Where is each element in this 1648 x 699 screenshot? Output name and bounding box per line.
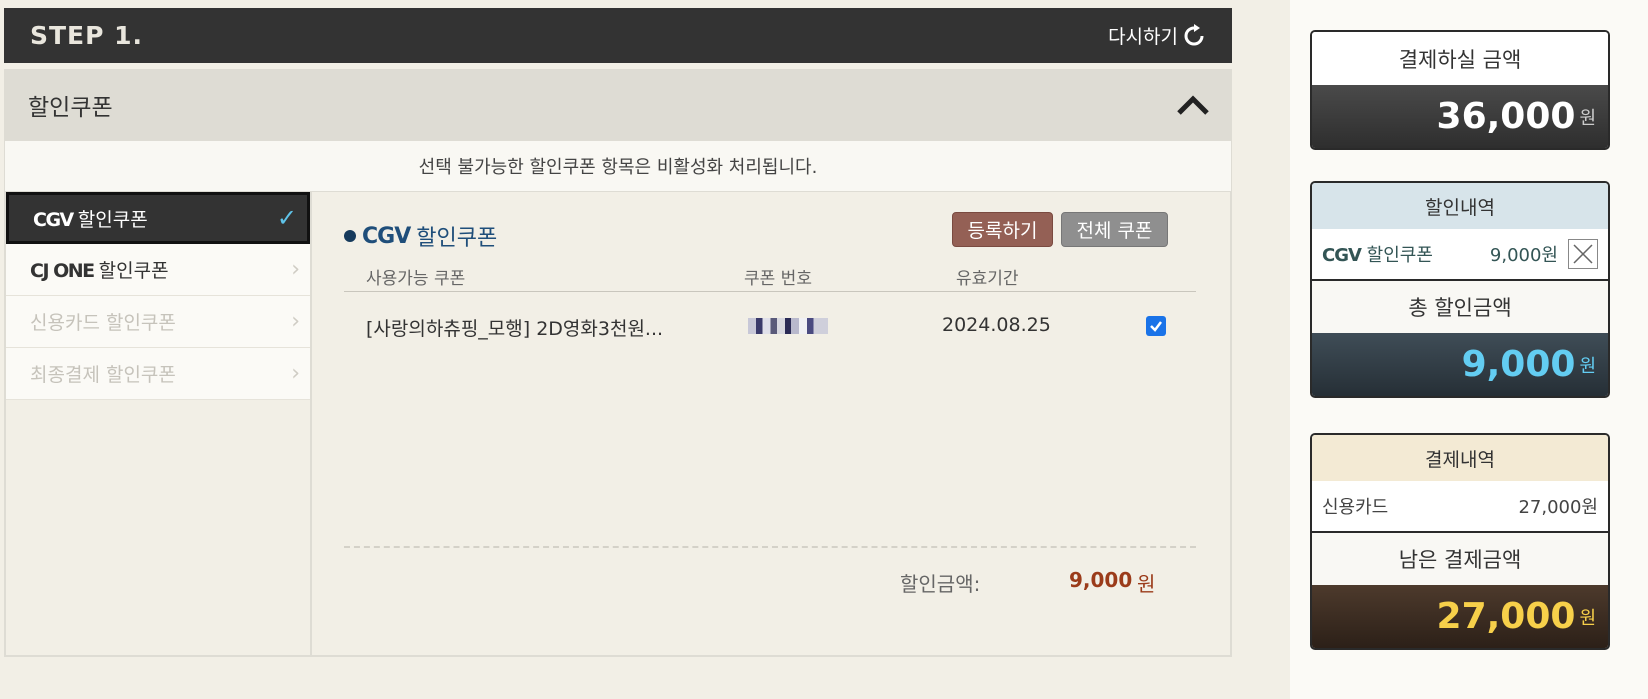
step-header: STEP 1. 다시하기 [4, 8, 1232, 63]
currency-unit: 원 [1579, 355, 1596, 377]
coupon-checkbox[interactable] [1146, 316, 1166, 336]
col-number: 쿠폰 번호 [744, 269, 812, 289]
coupon-content: CGV 할인쿠폰 등록하기 전체 쿠폰 사용가능 쿠폰 쿠폰 번호 유효기간 [… [312, 192, 1230, 655]
main-panel: STEP 1. 다시하기 할인쿠폰 선택 불가능한 할인쿠폰 항목은 비활성화 … [4, 8, 1232, 658]
payment-due-card: 결제하실 금액 36,000 원 [1310, 30, 1610, 150]
remaining-label: 남은 결제금액 [1312, 533, 1608, 585]
coupon-tabs: CGV 할인쿠폰 ✓ CJ ONE 할인쿠폰 › 신용카드 할인쿠폰 › 최종결제 … [6, 192, 312, 655]
total-discount-amount: 9,000 [1461, 344, 1576, 385]
notice-text: 선택 불가능한 할인쿠폰 항목은 비활성화 처리됩니다. [4, 141, 1232, 191]
total-discount-label: 총 할인금액 [1312, 281, 1608, 333]
discount-item-brand: CGV [1322, 245, 1362, 266]
tab-label: 할인쿠폰 [98, 260, 169, 282]
payment-item: 신용카드 27,000원 [1312, 481, 1608, 533]
discount-item-label: 할인쿠폰 [1366, 245, 1433, 266]
discount-summary: 할인금액: 9,000 원 [344, 562, 1196, 602]
coupon-name: [사랑의하츄핑_모행] 2D영화3천원... [366, 318, 664, 340]
chevron-up-icon[interactable] [1176, 94, 1210, 116]
all-coupons-button[interactable]: 전체 쿠폰 [1061, 212, 1168, 247]
chevron-right-icon: › [291, 309, 300, 334]
payment-detail-label: 결제내역 [1312, 435, 1608, 481]
discount-detail-label: 할인내역 [1312, 183, 1608, 229]
remaining-box: 27,000 원 [1312, 585, 1608, 648]
chevron-right-icon: › [291, 257, 300, 282]
coupon-section-header[interactable]: 할인쿠폰 [4, 69, 1232, 141]
table-row[interactable]: [사랑의하츄핑_모행] 2D영화3천원... 2024.08.25 [344, 296, 1196, 356]
tab-label: 최종결제 할인쿠폰 [30, 364, 176, 386]
refresh-icon [1182, 23, 1206, 48]
tab-credit-card-coupon: 신용카드 할인쿠폰 › [6, 296, 310, 348]
remaining-amount: 27,000 [1436, 596, 1576, 637]
tab-final-payment-coupon: 최종결제 할인쿠폰 › [6, 348, 310, 400]
title-text: 할인쿠폰 [416, 226, 498, 251]
discount-item: CGV 할인쿠폰 9,000원 [1312, 229, 1608, 281]
payment-item-label: 신용카드 [1322, 497, 1389, 518]
payment-detail-card: 결제내역 신용카드 27,000원 남은 결제금액 27,000 원 [1310, 433, 1610, 650]
checkmark-icon: ✓ [276, 204, 297, 232]
reset-label: 다시하기 [1108, 26, 1178, 48]
step-title: STEP 1. [30, 21, 144, 50]
reset-button[interactable]: 다시하기 [1108, 22, 1206, 49]
bullet-icon [344, 230, 356, 242]
currency-unit: 원 [1579, 607, 1596, 629]
tab-label: 할인쿠폰 [77, 208, 148, 231]
payment-due-amount: 36,000 [1436, 96, 1576, 137]
close-box-icon[interactable] [1568, 239, 1598, 269]
tab-cjone-coupon[interactable]: CJ ONE 할인쿠폰 › [6, 244, 310, 296]
coupon-number-redacted [748, 318, 828, 334]
discount-value: 9,000 [1069, 568, 1133, 592]
currency-unit: 원 [1579, 107, 1596, 129]
chevron-right-icon: › [291, 361, 300, 386]
tab-label: 신용카드 할인쿠폰 [30, 312, 176, 334]
payment-due-label: 결제하실 금액 [1312, 32, 1608, 85]
tab-cgv-coupon[interactable]: CGV 할인쿠폰 ✓ [6, 192, 310, 244]
payment-due-amount-box: 36,000 원 [1312, 85, 1608, 148]
title-brand: CGV [362, 223, 411, 249]
discount-unit: 원 [1137, 572, 1156, 596]
discount-item-amount: 9,000원 [1489, 245, 1558, 266]
payment-item-amount: 27,000원 [1518, 497, 1598, 518]
divider [344, 546, 1196, 548]
col-name: 사용가능 쿠폰 [366, 269, 466, 289]
tab-brand: CJ ONE [30, 260, 95, 282]
discount-detail-card: 할인내역 CGV 할인쿠폰 9,000원 총 할인금액 9,000 원 [1310, 181, 1610, 398]
coupon-table-header: 사용가능 쿠폰 쿠폰 번호 유효기간 [344, 260, 1196, 292]
coupon-body: CGV 할인쿠폰 ✓ CJ ONE 할인쿠폰 › 신용카드 할인쿠폰 › 최종결제 … [4, 191, 1232, 657]
section-title: 할인쿠폰 [28, 95, 113, 121]
total-discount-box: 9,000 원 [1312, 333, 1608, 396]
col-expiry: 유효기간 [956, 269, 1019, 289]
register-coupon-button[interactable]: 등록하기 [952, 212, 1053, 247]
tab-brand: CGV [33, 208, 74, 231]
coupon-expiry: 2024.08.25 [942, 314, 1051, 336]
coupon-panel-title: CGV 할인쿠폰 [344, 220, 497, 252]
discount-label: 할인금액: [900, 572, 981, 596]
payment-sidebar: 결제하실 금액 36,000 원 할인내역 CGV 할인쿠폰 9,000원 총 … [1290, 0, 1648, 699]
